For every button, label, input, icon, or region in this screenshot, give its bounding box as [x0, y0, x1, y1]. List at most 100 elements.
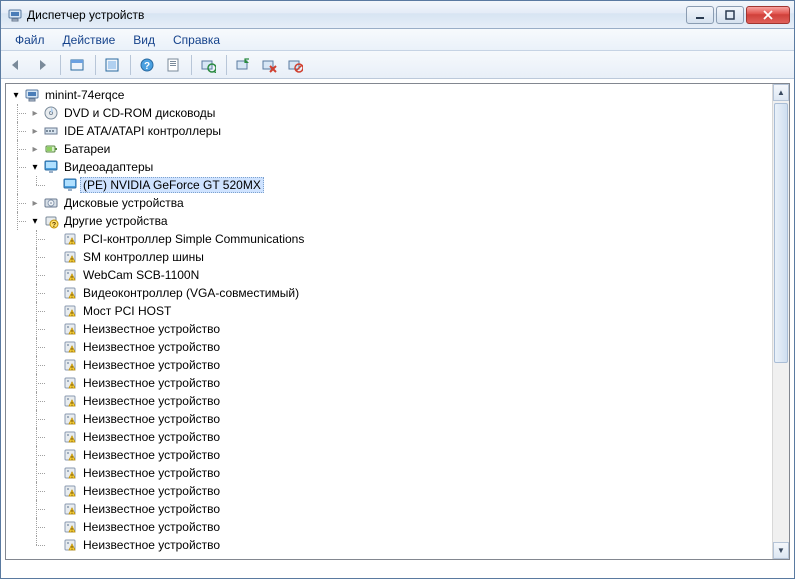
tree-device[interactable]: Неизвестное устройство — [8, 482, 772, 500]
collapse-icon[interactable]: ▾ — [27, 213, 43, 229]
tree-device[interactable]: (PE) NVIDIA GeForce GT 520MX — [8, 176, 772, 194]
warn-icon — [62, 303, 78, 319]
toolbar — [1, 51, 794, 79]
menu-help[interactable]: Справка — [165, 31, 228, 49]
tree-line — [8, 212, 27, 230]
warn-icon — [62, 357, 78, 373]
scroll-thumb[interactable] — [774, 103, 788, 363]
warn-icon — [62, 393, 78, 409]
expand-icon[interactable]: ▸ — [27, 141, 43, 157]
expand-icon[interactable]: ▸ — [27, 105, 43, 121]
tree-category[interactable]: ▸ IDE ATA/ATAPI контроллеры — [8, 122, 772, 140]
scroll-down-button[interactable]: ▼ — [773, 542, 789, 559]
tree-device[interactable]: Неизвестное устройство — [8, 410, 772, 428]
collapse-icon[interactable]: ▾ — [27, 159, 43, 175]
tree-line — [8, 230, 27, 248]
properties-sheet-button[interactable] — [162, 53, 186, 77]
menubar: Файл Действие Вид Справка — [1, 29, 794, 51]
update-driver-button[interactable] — [232, 53, 256, 77]
collapse-icon[interactable]: ▾ — [8, 87, 24, 103]
tree-device[interactable]: Видеоконтроллер (VGA-совместимый) — [8, 284, 772, 302]
minimize-button[interactable] — [686, 6, 714, 24]
tree-category[interactable]: ▸ Батареи — [8, 140, 772, 158]
tree-line — [8, 302, 27, 320]
tree-device[interactable]: Неизвестное устройство — [8, 338, 772, 356]
warn-icon — [62, 537, 78, 553]
tree-category[interactable]: ▸ DVD и CD-ROM дисководы — [8, 104, 772, 122]
uninstall-button[interactable] — [258, 53, 282, 77]
toolbar-separator — [95, 55, 96, 75]
tree-device[interactable]: Мост PCI HOST — [8, 302, 772, 320]
tree-device-label: Неизвестное устройство — [80, 519, 223, 535]
expand-icon[interactable]: ▸ — [27, 195, 43, 211]
window-title: Диспетчер устройств — [27, 8, 686, 22]
menu-action[interactable]: Действие — [55, 31, 124, 49]
tree-line — [8, 284, 27, 302]
tree-device[interactable]: Неизвестное устройство — [8, 464, 772, 482]
tree-line — [27, 428, 46, 446]
tree-device-label: Неизвестное устройство — [80, 321, 223, 337]
toolbar-separator — [130, 55, 131, 75]
device-tree[interactable]: ▾ minint-74erqce ▸ DVD и CD-ROM дисковод… — [6, 84, 772, 556]
tree-device[interactable]: Неизвестное устройство — [8, 392, 772, 410]
close-button[interactable] — [746, 6, 790, 24]
tree-device[interactable]: Неизвестное устройство — [8, 446, 772, 464]
tree-device-label: Неизвестное устройство — [80, 447, 223, 463]
tree-device-label: Неизвестное устройство — [80, 429, 223, 445]
tree-category[interactable]: ▸ Дисковые устройства — [8, 194, 772, 212]
warn-icon — [62, 375, 78, 391]
help-button[interactable] — [136, 53, 160, 77]
tree-line — [27, 446, 46, 464]
menu-file[interactable]: Файл — [7, 31, 53, 49]
maximize-button[interactable] — [716, 6, 744, 24]
tree-device[interactable]: Неизвестное устройство — [8, 518, 772, 536]
warn-icon — [62, 249, 78, 265]
titlebar: Диспетчер устройств — [1, 1, 794, 29]
tree-device-label: Неизвестное устройство — [80, 393, 223, 409]
scroll-track[interactable] — [773, 101, 789, 542]
tree-category[interactable]: ▾ Другие устройства — [8, 212, 772, 230]
scan-hardware-button[interactable] — [197, 53, 221, 77]
tree-line — [8, 536, 27, 554]
disable-button[interactable] — [284, 53, 308, 77]
tree-device[interactable]: Неизвестное устройство — [8, 500, 772, 518]
tree-device[interactable]: Неизвестное устройство — [8, 536, 772, 554]
menu-view[interactable]: Вид — [125, 31, 163, 49]
tree-device-label: Неизвестное устройство — [80, 501, 223, 517]
display-icon — [43, 159, 59, 175]
tree-device[interactable]: PCI-контроллер Simple Communications — [8, 230, 772, 248]
tree-device[interactable]: WebCam SCB-1100N — [8, 266, 772, 284]
tree-device[interactable]: Неизвестное устройство — [8, 356, 772, 374]
tree-device[interactable]: Неизвестное устройство — [8, 374, 772, 392]
device-manager-icon — [7, 7, 23, 23]
tree-device-label: SM контроллер шины — [80, 249, 207, 265]
tree-device[interactable]: SM контроллер шины — [8, 248, 772, 266]
properties-button[interactable] — [101, 53, 125, 77]
warn-icon — [62, 231, 78, 247]
tree-root[interactable]: ▾ minint-74erqce — [8, 86, 772, 104]
forward-button[interactable] — [31, 53, 55, 77]
tree-category[interactable]: ▾ Видеоадаптеры — [8, 158, 772, 176]
tree-line — [8, 482, 27, 500]
warn-icon — [62, 483, 78, 499]
window-controls — [686, 6, 790, 24]
tree-device[interactable]: Неизвестное устройство — [8, 320, 772, 338]
tree-line — [8, 356, 27, 374]
warn-icon — [62, 465, 78, 481]
expand-icon[interactable]: ▸ — [27, 123, 43, 139]
back-button[interactable] — [5, 53, 29, 77]
tree-line — [27, 302, 46, 320]
tree-device-label: PCI-контроллер Simple Communications — [80, 231, 307, 247]
tree-line — [27, 500, 46, 518]
vertical-scrollbar[interactable]: ▲ ▼ — [772, 84, 789, 559]
scroll-up-button[interactable]: ▲ — [773, 84, 789, 101]
tree-device-label: Неизвестное устройство — [80, 375, 223, 391]
tree-device[interactable]: Неизвестное устройство — [8, 428, 772, 446]
tree-line — [8, 122, 27, 140]
tree-line — [27, 338, 46, 356]
tree-line — [27, 410, 46, 428]
tree-line — [27, 482, 46, 500]
show-hide-tree-button[interactable] — [66, 53, 90, 77]
tree-line — [27, 356, 46, 374]
tree-line — [8, 392, 27, 410]
